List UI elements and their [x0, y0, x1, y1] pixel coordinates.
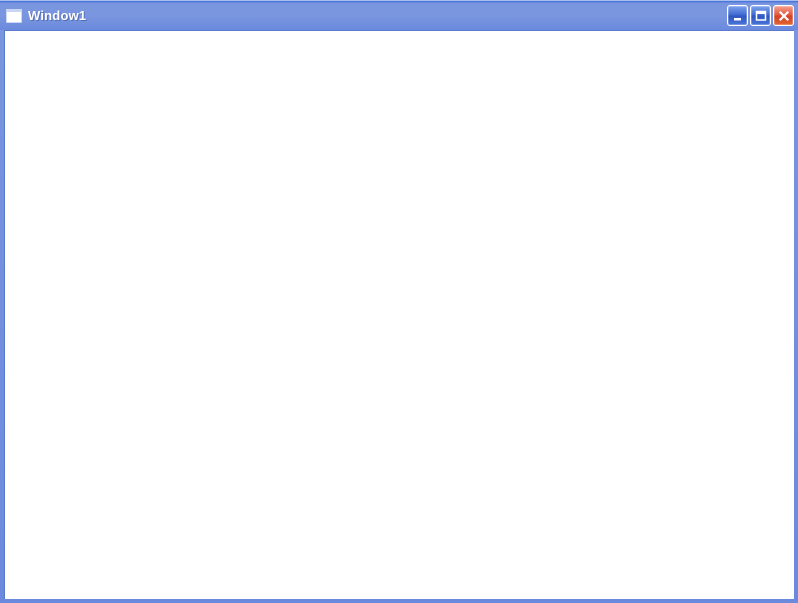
close-icon [778, 10, 790, 22]
window-controls [727, 5, 794, 26]
minimize-icon [732, 10, 744, 22]
app-icon [6, 9, 22, 23]
minimize-button[interactable] [727, 5, 748, 26]
window-title: Window1 [28, 8, 727, 23]
window: Window1 [0, 0, 798, 603]
close-button[interactable] [773, 5, 794, 26]
titlebar[interactable]: Window1 [0, 0, 798, 30]
client-area [4, 30, 794, 599]
maximize-icon [755, 10, 767, 22]
maximize-button[interactable] [750, 5, 771, 26]
